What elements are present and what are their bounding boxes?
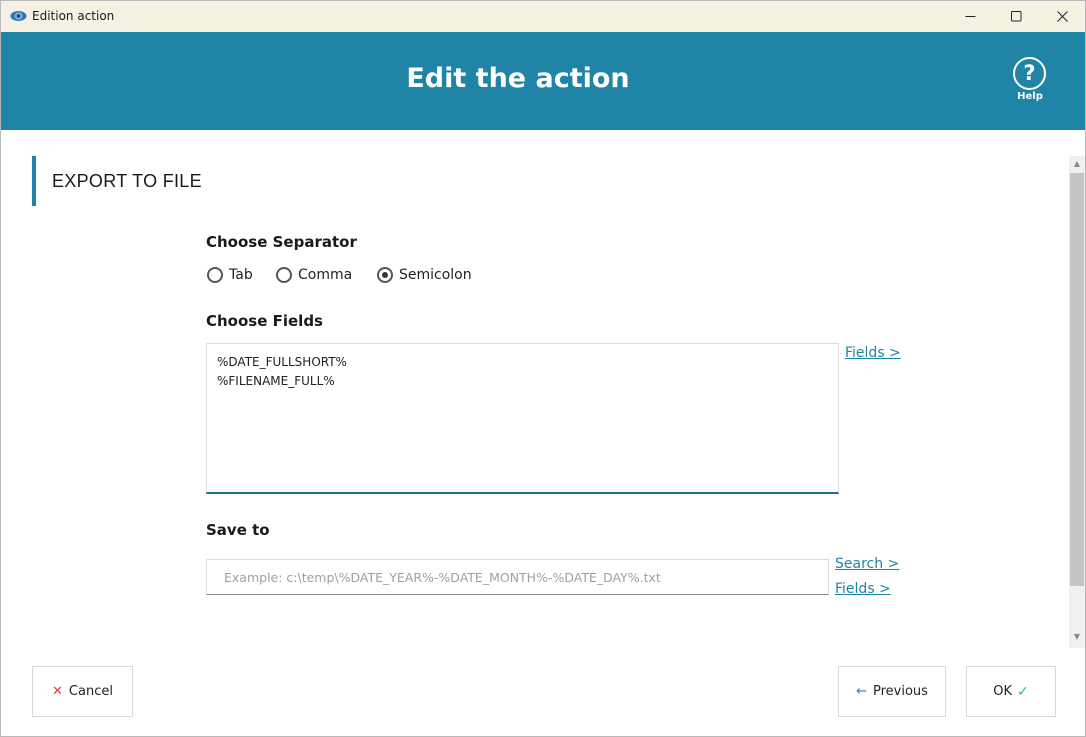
- maximize-icon: [1010, 11, 1021, 22]
- radio-comma[interactable]: Comma: [276, 265, 352, 285]
- fields-textarea[interactable]: %DATE_FULLSHORT% %FILENAME_FULL%: [206, 343, 839, 494]
- fields-line: %FILENAME_FULL%: [217, 374, 335, 388]
- scrollbar-thumb[interactable]: [1070, 173, 1084, 586]
- header-band: Edit the action ? Help: [1, 32, 1085, 130]
- scroll-down-arrow-icon[interactable]: ▼: [1070, 631, 1084, 643]
- maximize-button[interactable]: [993, 1, 1039, 32]
- cancel-label: Cancel: [68, 684, 113, 699]
- fields-heading: Choose Fields: [206, 312, 323, 330]
- cancel-button[interactable]: ✕ Cancel: [32, 666, 133, 717]
- close-icon: [1056, 11, 1068, 22]
- radio-semicolon-indicator: [377, 267, 393, 283]
- minimize-button[interactable]: [947, 1, 993, 32]
- help-icon: ?: [1013, 57, 1046, 90]
- save-path-input[interactable]: Example: c:\temp\%DATE_YEAR%-%DATE_MONTH…: [206, 559, 829, 595]
- radio-semicolon[interactable]: Semicolon: [377, 265, 472, 285]
- minimize-icon: [965, 16, 975, 17]
- radio-semicolon-label: Semicolon: [399, 267, 472, 283]
- cancel-x-icon: ✕: [52, 684, 63, 699]
- radio-tab-label: Tab: [229, 267, 253, 283]
- page-title: Edit the action: [406, 63, 630, 94]
- radio-comma-indicator: [276, 267, 292, 283]
- section-title: EXPORT TO FILE: [52, 171, 202, 191]
- section-accent-bar: [32, 156, 36, 206]
- close-button[interactable]: [1039, 1, 1085, 32]
- help-button[interactable]: ? Help: [1009, 57, 1051, 109]
- save-to-heading: Save to: [206, 521, 270, 539]
- window-title: Edition action: [32, 9, 115, 23]
- radio-tab[interactable]: Tab: [207, 265, 253, 285]
- radio-tab-indicator: [207, 267, 223, 283]
- separator-heading: Choose Separator: [206, 233, 357, 251]
- checkmark-icon: ✓: [1017, 683, 1029, 700]
- scroll-up-arrow-icon[interactable]: ▲: [1070, 158, 1084, 170]
- app-logo-icon: [10, 11, 27, 21]
- radio-comma-label: Comma: [298, 267, 353, 283]
- fields-link[interactable]: Fields >: [845, 345, 901, 361]
- title-bar: Edition action: [1, 1, 1085, 32]
- save-fields-link[interactable]: Fields >: [835, 581, 891, 597]
- arrow-left-icon: ←: [856, 684, 867, 699]
- previous-button[interactable]: ← Previous: [838, 666, 946, 717]
- help-label: Help: [1017, 91, 1043, 102]
- previous-label: Previous: [872, 684, 928, 699]
- ok-label: OK: [993, 684, 1013, 699]
- ok-button[interactable]: OK ✓: [966, 666, 1056, 717]
- fields-line: %DATE_FULLSHORT%: [217, 355, 347, 369]
- search-link[interactable]: Search >: [835, 556, 899, 572]
- edition-action-window: Edition action Edit the action ? Help EX…: [0, 0, 1086, 737]
